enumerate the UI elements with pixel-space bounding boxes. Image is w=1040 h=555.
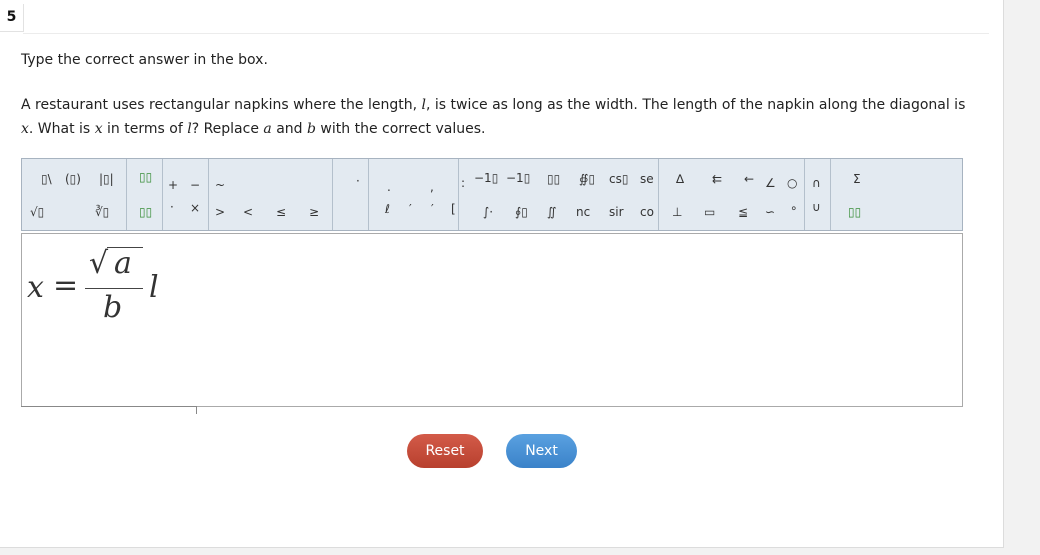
variable-x: x	[94, 121, 103, 137]
plus-key[interactable]: +	[168, 177, 178, 193]
intersection-key[interactable]: ∩	[812, 175, 821, 191]
palette-sets	[804, 159, 831, 230]
question-page: 5 Type the correct answer in the box. A …	[0, 0, 1004, 548]
contour-integral-key[interactable]: ∮▯	[515, 204, 528, 220]
math-toolbar: ▯\ (▯) |▯| ▯▯ + − ~ · . , : −1▯ −1▯ ▯▯ ∯…	[21, 158, 963, 231]
answer-equals-sign: =	[53, 268, 79, 303]
question-text: A restaurant uses rectangular napkins wh…	[21, 93, 971, 141]
parentheses-key[interactable]: (▯)	[65, 171, 81, 187]
minus-key[interactable]: −	[190, 177, 200, 193]
csc-key[interactable]: cs▯	[609, 171, 628, 187]
sin-key[interactable]: sir	[609, 204, 624, 220]
greater-than-key[interactable]: >	[215, 204, 225, 220]
superscript-key[interactable]: ▯▯	[139, 169, 152, 185]
less-than-key[interactable]: <	[243, 204, 253, 220]
variable-b: b	[307, 121, 316, 137]
angle-key[interactable]: ∠	[765, 175, 776, 191]
left-arrow-key[interactable]: ←	[744, 171, 754, 187]
composition-key[interactable]: ∘	[790, 200, 798, 216]
question-segment: with the correct values.	[315, 121, 486, 137]
instruction-text: Type the correct answer in the box.	[21, 52, 268, 68]
multiply-dot-key[interactable]: ·	[170, 199, 174, 215]
reset-button[interactable]: Reset	[407, 434, 483, 468]
subscript-key[interactable]: ▯▯	[139, 204, 152, 220]
rectangle-key[interactable]: ▭	[704, 204, 715, 220]
summation-key[interactable]: Σ	[853, 171, 861, 187]
inverse-function-key[interactable]: −1▯	[474, 170, 498, 186]
sec-key[interactable]: se	[640, 171, 654, 187]
perpendicular-key[interactable]: ⊥	[672, 204, 682, 220]
period-key[interactable]: .	[387, 179, 391, 195]
answer-denominator-value[interactable]: b	[103, 290, 122, 326]
fraction-numerator: √ a	[89, 244, 145, 284]
palette-spacer	[332, 159, 369, 230]
union-key[interactable]: ∪	[812, 199, 821, 215]
answer-numerator-value[interactable]: a	[114, 246, 132, 282]
greater-equal-key[interactable]: ≥	[309, 204, 319, 220]
editor-resize-handle[interactable]	[21, 406, 197, 414]
double-integral-key[interactable]: ∬	[547, 204, 556, 220]
double-prime-key[interactable]: ′	[431, 201, 434, 217]
question-segment: A restaurant uses rectangular napkins wh…	[21, 97, 422, 113]
similar-key[interactable]: ∽	[765, 204, 775, 220]
less-equal-key[interactable]: ≤	[276, 204, 286, 220]
palette-operators	[162, 159, 209, 230]
surface-integral-key[interactable]: ∯▯	[579, 171, 595, 187]
bracket-key[interactable]: [	[451, 201, 456, 217]
answer-lhs-variable: x	[27, 270, 44, 305]
square-root-key[interactable]: √▯	[30, 204, 44, 220]
inverse-function2-key[interactable]: −1▯	[506, 170, 530, 186]
matrix-key[interactable]: ▯▯	[848, 204, 861, 220]
variable-x: x	[21, 121, 29, 137]
question-segment: and	[271, 121, 308, 137]
radical-icon: √	[89, 246, 109, 281]
congruent-key[interactable]: ≦	[738, 204, 748, 220]
question-segment: ? Replace	[191, 121, 264, 137]
question-segment: , is twice as long as the width. The len…	[425, 97, 966, 113]
times-key[interactable]: ×	[190, 200, 200, 216]
answer-multiplier-variable: l	[149, 270, 159, 305]
nc-key[interactable]: nc	[576, 204, 590, 220]
cos-key[interactable]: co	[640, 204, 654, 220]
question-segment: . What is	[28, 121, 95, 137]
fraction-key[interactable]: ▯\	[41, 171, 52, 187]
answer-input-box[interactable]: x = √ a b l	[21, 233, 963, 407]
arrows-key[interactable]: ⇇	[712, 171, 722, 187]
nth-root-key[interactable]: ∛▯	[95, 204, 109, 220]
dot-key[interactable]: ·	[356, 173, 360, 189]
variable-a: a	[263, 121, 272, 137]
comma-key[interactable]: ,	[430, 179, 434, 195]
circle-key[interactable]: ○	[787, 175, 797, 191]
ell-key[interactable]: ℓ	[385, 201, 390, 217]
next-button[interactable]: Next	[506, 434, 577, 468]
header-divider	[23, 33, 989, 34]
fraction-bar	[85, 288, 143, 289]
prime-key[interactable]: ′	[409, 201, 412, 217]
triangle-key[interactable]: ∆	[676, 171, 684, 187]
question-segment: in terms of	[102, 121, 188, 137]
question-number: 5	[0, 4, 24, 32]
colon-key[interactable]: :	[461, 175, 465, 191]
log-key[interactable]: ▯▯	[547, 171, 560, 187]
tilde-key[interactable]: ~	[215, 177, 225, 193]
absolute-value-key[interactable]: |▯|	[99, 171, 114, 187]
palette-punctuation	[368, 159, 459, 230]
integral-key[interactable]: ∫·	[483, 204, 493, 220]
